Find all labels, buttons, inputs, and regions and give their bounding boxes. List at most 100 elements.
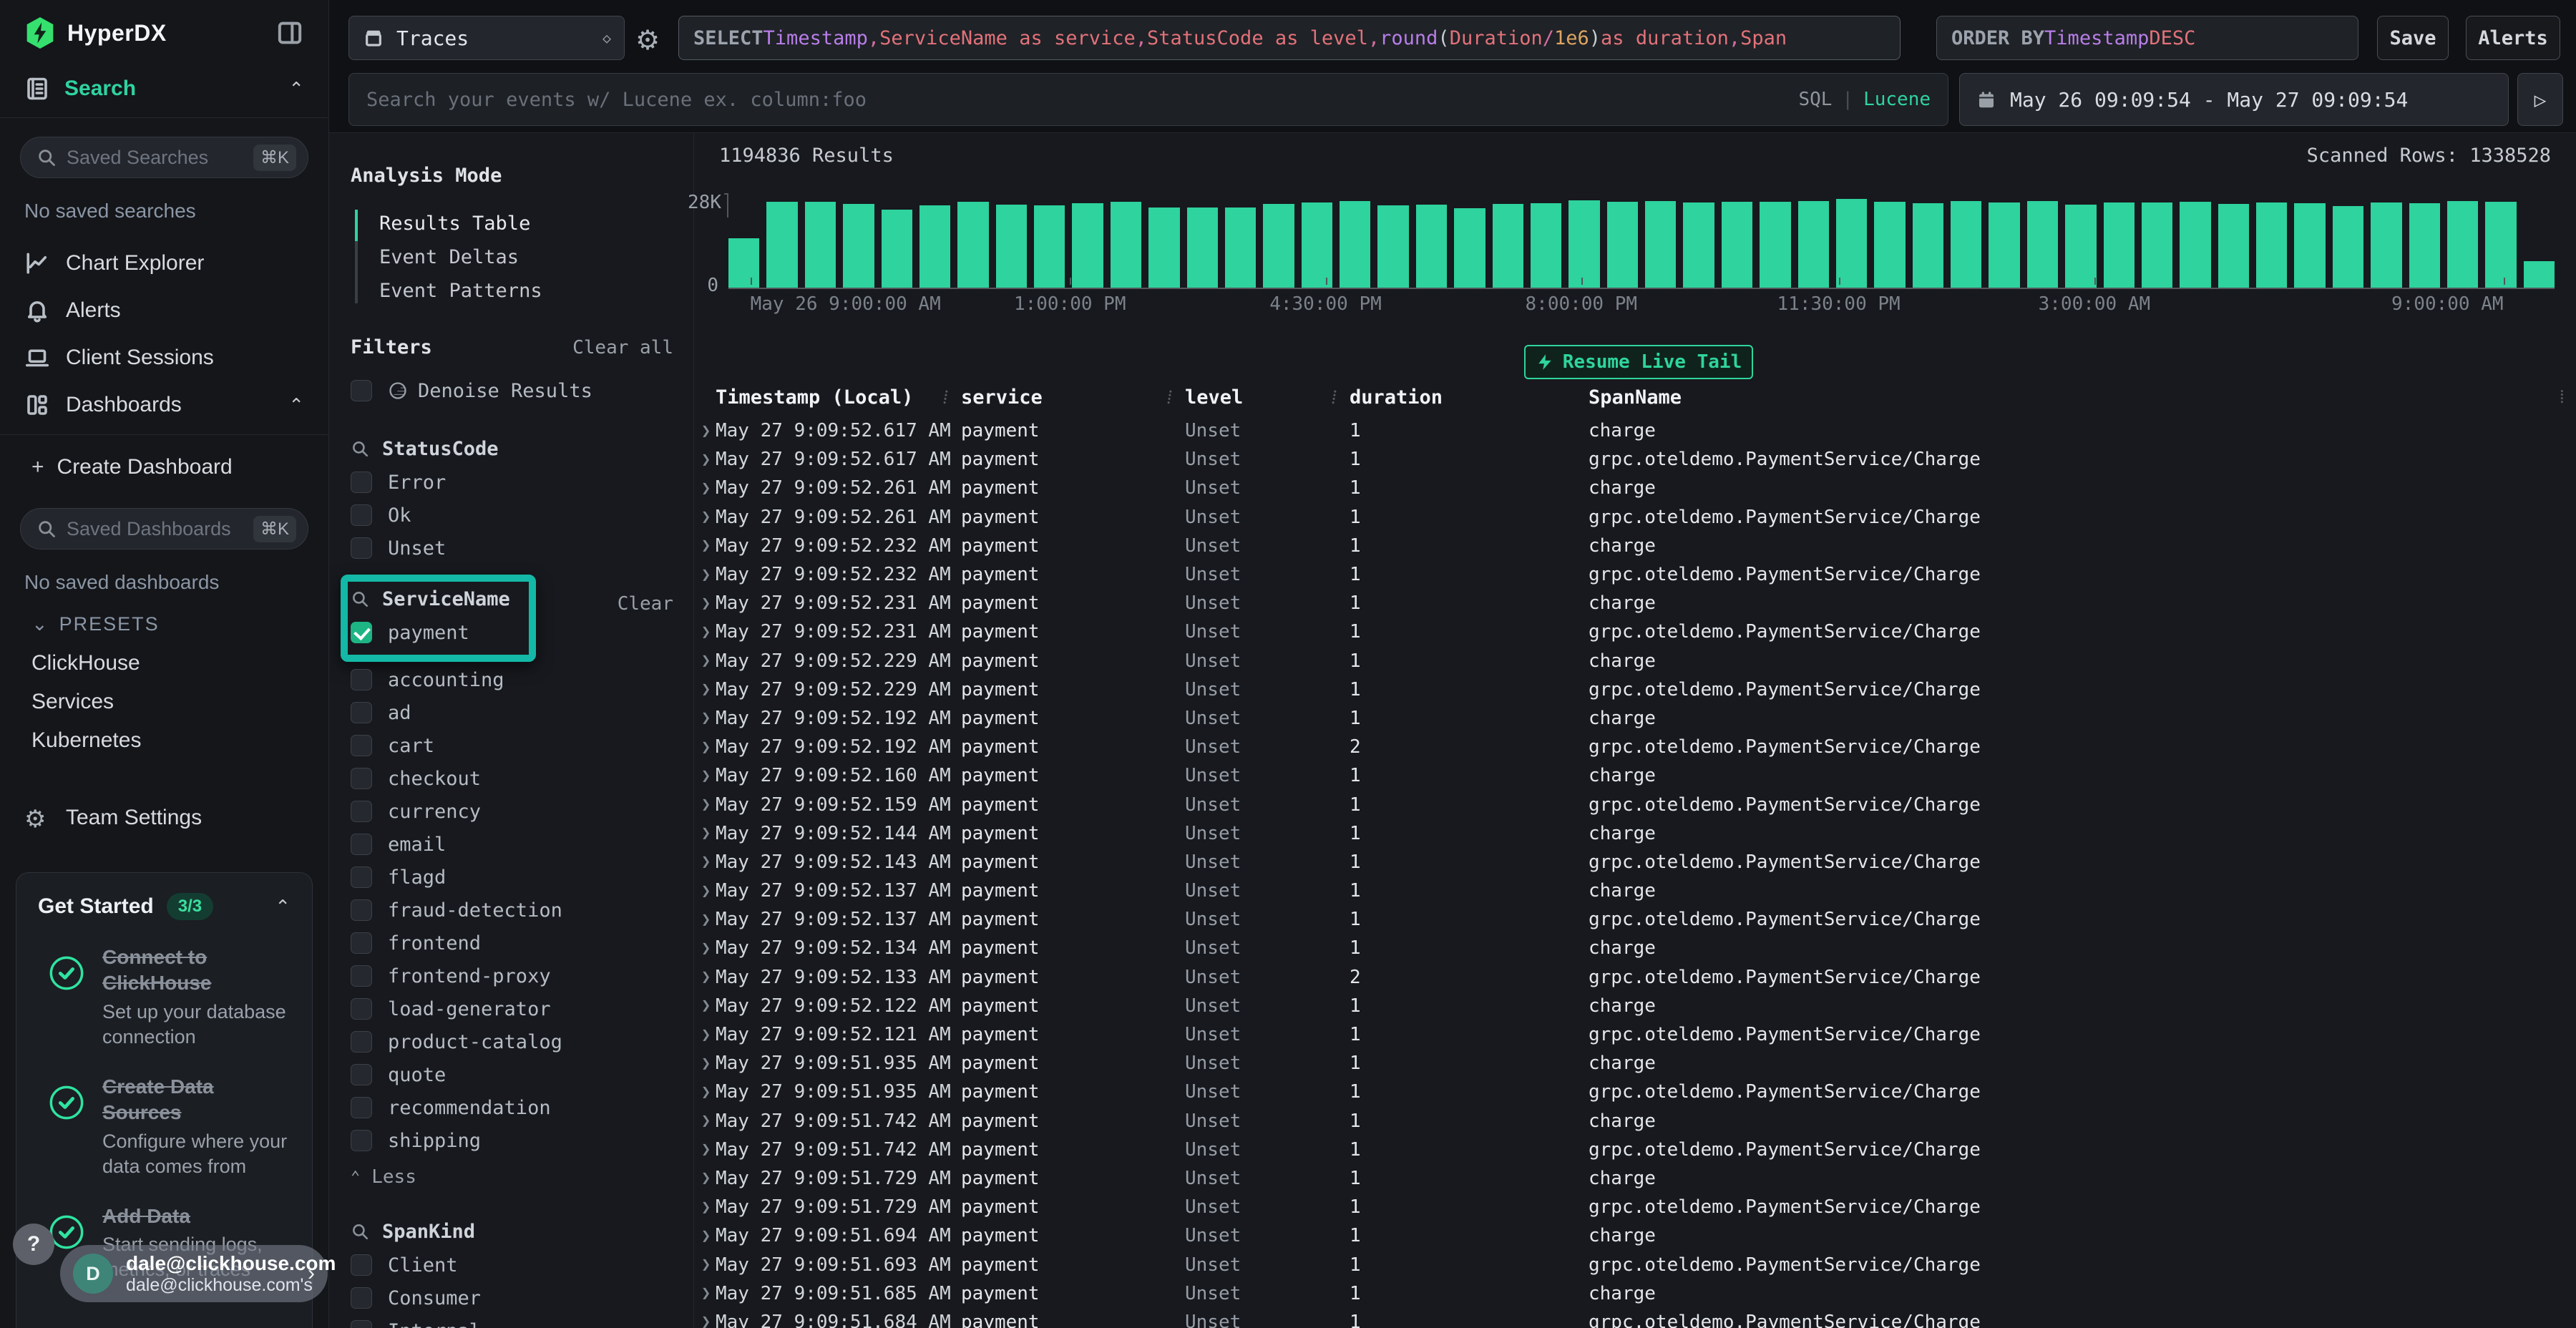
histogram-bar[interactable]: [1568, 200, 1599, 288]
filter-option[interactable]: product-catalog: [351, 1025, 693, 1058]
table-row[interactable]: ❯ May 27 9:09:52.192 AM payment Unset 2 …: [694, 733, 2576, 761]
checkbox[interactable]: [351, 834, 372, 855]
table-row[interactable]: ❯ May 27 9:09:52.229 AM payment Unset 1 …: [694, 675, 2576, 704]
table-row[interactable]: ❯ May 27 9:09:52.232 AM payment Unset 1 …: [694, 532, 2576, 560]
row-expand-chevron-icon[interactable]: ❯: [694, 479, 716, 497]
filter-option[interactable]: frontend-proxy: [351, 960, 693, 992]
row-expand-chevron-icon[interactable]: ❯: [694, 796, 716, 814]
histogram-bar[interactable]: [1798, 201, 1829, 288]
table-row[interactable]: ❯ May 27 9:09:52.617 AM payment Unset 1 …: [694, 416, 2576, 445]
histogram-bar[interactable]: [1148, 208, 1179, 288]
row-expand-chevron-icon[interactable]: ❯: [694, 566, 716, 584]
clear-servicename-button[interactable]: Clear: [618, 593, 673, 615]
checkbox[interactable]: [351, 1031, 372, 1053]
row-expand-chevron-icon[interactable]: ❯: [694, 680, 716, 698]
get-started-item[interactable]: Connect to ClickHouse Set up your databa…: [38, 944, 291, 1050]
table-row[interactable]: ❯ May 27 9:09:52.144 AM payment Unset 1 …: [694, 819, 2576, 848]
checkbox[interactable]: [351, 801, 372, 822]
table-row[interactable]: ❯ May 27 9:09:51.935 AM payment Unset 1 …: [694, 1049, 2576, 1078]
table-row[interactable]: ❯ May 27 9:09:52.159 AM payment Unset 1 …: [694, 790, 2576, 819]
sidebar-collapse-icon[interactable]: [275, 19, 304, 47]
filter-option[interactable]: recommendation: [351, 1091, 693, 1124]
checkbox[interactable]: [351, 1320, 372, 1328]
table-row[interactable]: ❯ May 27 9:09:52.137 AM payment Unset 1 …: [694, 877, 2576, 905]
histogram-bar[interactable]: [1302, 202, 1332, 288]
histogram-bar[interactable]: [1072, 203, 1103, 288]
chevron-up-icon[interactable]: ⌃: [275, 896, 291, 918]
table-row[interactable]: ❯ May 27 9:09:51.685 AM payment Unset 1 …: [694, 1279, 2576, 1308]
histogram-bar[interactable]: [1913, 203, 1943, 288]
table-row[interactable]: ❯ May 27 9:09:52.137 AM payment Unset 1 …: [694, 905, 2576, 934]
histogram-bar[interactable]: [805, 202, 836, 288]
histogram-bar[interactable]: [1874, 202, 1905, 288]
table-row[interactable]: ❯ May 27 9:09:51.694 AM payment Unset 1 …: [694, 1221, 2576, 1250]
sidebar-item-dashboards[interactable]: Dashboards ⌃: [0, 381, 328, 429]
histogram-bar[interactable]: [2524, 261, 2555, 288]
table-row[interactable]: ❯ May 27 9:09:51.693 AM payment Unset 1 …: [694, 1250, 2576, 1279]
filter-option[interactable]: accounting: [351, 663, 693, 696]
checkbox[interactable]: [351, 504, 372, 526]
filter-group-statuscode[interactable]: StatusCode: [351, 431, 693, 466]
histogram-bar[interactable]: [957, 202, 988, 288]
table-row[interactable]: ❯ May 27 9:09:52.192 AM payment Unset 1 …: [694, 704, 2576, 733]
table-row[interactable]: ❯ May 27 9:09:51.935 AM payment Unset 1 …: [694, 1078, 2576, 1106]
histogram-bar[interactable]: [1951, 201, 1981, 288]
histogram-bar[interactable]: [1187, 208, 1218, 288]
histogram-bar[interactable]: [2294, 203, 2325, 288]
histogram-bar[interactable]: [1531, 203, 1561, 288]
sql-select-input[interactable]: SELECT Timestamp, ServiceName as service…: [678, 16, 1901, 60]
checkbox-checked[interactable]: [351, 622, 372, 643]
resume-live-tail-button[interactable]: Resume Live Tail: [1524, 345, 1753, 379]
histogram-bar[interactable]: [1683, 202, 1714, 288]
saved-searches-input[interactable]: Saved Searches ⌘K: [20, 137, 308, 178]
histogram-bar[interactable]: [1607, 202, 1638, 288]
checkbox[interactable]: [351, 735, 372, 756]
checkbox[interactable]: [351, 899, 372, 921]
help-button[interactable]: ?: [13, 1224, 54, 1265]
alerts-button[interactable]: Alerts: [2466, 16, 2560, 60]
row-expand-chevron-icon[interactable]: ❯: [694, 508, 716, 526]
filter-group-servicename[interactable]: ServiceName: [351, 582, 510, 616]
table-row[interactable]: ❯ May 27 9:09:51.729 AM payment Unset 1 …: [694, 1193, 2576, 1221]
column-header-duration[interactable]: ⁞duration: [1350, 386, 1589, 411]
get-started-item[interactable]: Create Data Sources Configure where your…: [38, 1074, 291, 1179]
filter-option[interactable]: load-generator: [351, 992, 693, 1025]
histogram-bar[interactable]: [2371, 202, 2401, 288]
order-by-input[interactable]: ORDER BY Timestamp DESC: [1936, 16, 2358, 60]
filter-option[interactable]: Unset: [351, 532, 693, 565]
show-less-toggle[interactable]: ⌃ Less: [351, 1160, 693, 1194]
preset-link[interactable]: ClickHouse: [0, 644, 328, 683]
column-header-service[interactable]: ⁞service: [961, 386, 1185, 411]
histogram-bar[interactable]: [1034, 205, 1065, 288]
column-header-timestamp[interactable]: Timestamp (Local): [716, 386, 961, 411]
table-row[interactable]: ❯ May 27 9:09:52.134 AM payment Unset 1 …: [694, 934, 2576, 962]
histogram-bars[interactable]: [728, 199, 2555, 288]
lucene-mode-toggle[interactable]: Lucene: [1863, 89, 1931, 110]
source-select[interactable]: Traces ◇: [348, 16, 625, 60]
histogram-bar[interactable]: [1416, 205, 1447, 288]
presets-toggle[interactable]: ⌄ PRESETS: [0, 604, 328, 644]
table-row[interactable]: ❯ May 27 9:09:51.729 AM payment Unset 1 …: [694, 1164, 2576, 1193]
row-expand-chevron-icon[interactable]: ❯: [694, 451, 716, 469]
histogram-bar[interactable]: [1645, 201, 1676, 288]
table-row[interactable]: ❯ May 27 9:09:52.231 AM payment Unset 1 …: [694, 589, 2576, 617]
table-row[interactable]: ❯ May 27 9:09:52.231 AM payment Unset 1 …: [694, 617, 2576, 646]
row-expand-chevron-icon[interactable]: ❯: [694, 939, 716, 957]
table-row[interactable]: ❯ May 27 9:09:51.684 AM payment Unset 1 …: [694, 1308, 2576, 1328]
histogram-bar[interactable]: [1111, 202, 1141, 288]
filter-option-payment[interactable]: payment: [351, 616, 510, 649]
histogram-bar[interactable]: [2218, 204, 2249, 288]
create-dashboard-button[interactable]: + Create Dashboard: [0, 445, 328, 489]
filter-option[interactable]: Client: [351, 1249, 693, 1281]
event-search-input[interactable]: Search your events w/ Lucene ex. column:…: [348, 73, 1948, 126]
row-expand-chevron-icon[interactable]: ❯: [694, 595, 716, 612]
filter-option[interactable]: email: [351, 828, 693, 861]
row-expand-chevron-icon[interactable]: ❯: [694, 709, 716, 727]
checkbox[interactable]: [351, 669, 372, 690]
histogram-bar[interactable]: [1225, 208, 1256, 288]
row-expand-chevron-icon[interactable]: ❯: [694, 623, 716, 641]
table-row[interactable]: ❯ May 27 9:09:52.122 AM payment Unset 1 …: [694, 992, 2576, 1020]
row-expand-chevron-icon[interactable]: ❯: [694, 968, 716, 986]
histogram-bar[interactable]: [2142, 202, 2172, 288]
row-expand-chevron-icon[interactable]: ❯: [694, 853, 716, 871]
